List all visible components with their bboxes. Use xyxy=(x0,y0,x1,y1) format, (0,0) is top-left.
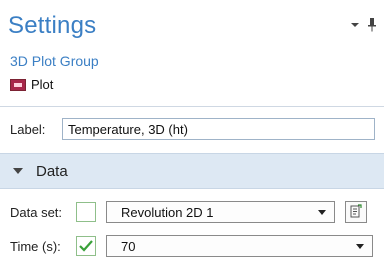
dataset-goto-button[interactable] xyxy=(345,201,367,223)
time-select[interactable]: 70 xyxy=(106,235,373,257)
chevron-down-icon xyxy=(356,244,364,249)
divider xyxy=(0,106,384,107)
time-row: Time (s): 70 xyxy=(10,235,373,257)
section-data-header[interactable]: Data xyxy=(0,153,384,189)
label-row: Label: xyxy=(10,118,375,140)
chevron-down-icon xyxy=(318,210,326,215)
label-field-label: Label: xyxy=(10,121,46,137)
dropdown-arrow-icon[interactable] xyxy=(350,21,360,29)
pin-icon[interactable] xyxy=(368,18,376,32)
dataset-selected-value: Revolution 2D 1 xyxy=(121,204,214,220)
time-checkbox[interactable] xyxy=(76,236,96,256)
dataset-checkbox[interactable] xyxy=(76,202,96,222)
dataset-goto-icon xyxy=(350,204,362,218)
dataset-select[interactable]: Revolution 2D 1 xyxy=(106,201,335,223)
plot-label: Plot xyxy=(31,77,54,92)
page-title: Settings xyxy=(8,12,97,39)
checkmark-icon xyxy=(79,240,93,252)
node-type-subtitle: 3D Plot Group xyxy=(10,53,99,69)
time-label: Time (s): xyxy=(10,238,61,254)
dataset-label: Data set: xyxy=(10,204,63,220)
time-selected-value: 70 xyxy=(121,238,136,254)
section-title: Data xyxy=(36,162,68,180)
plot-node-row[interactable]: Plot xyxy=(10,77,53,92)
label-input[interactable] xyxy=(62,118,375,140)
window-controls xyxy=(350,18,376,32)
settings-panel: Settings 3D Plot Group Plot Label: Data … xyxy=(0,0,384,263)
plot-icon xyxy=(10,78,26,91)
collapse-triangle-icon xyxy=(13,168,23,174)
dataset-row: Data set: Revolution 2D 1 xyxy=(10,201,367,223)
